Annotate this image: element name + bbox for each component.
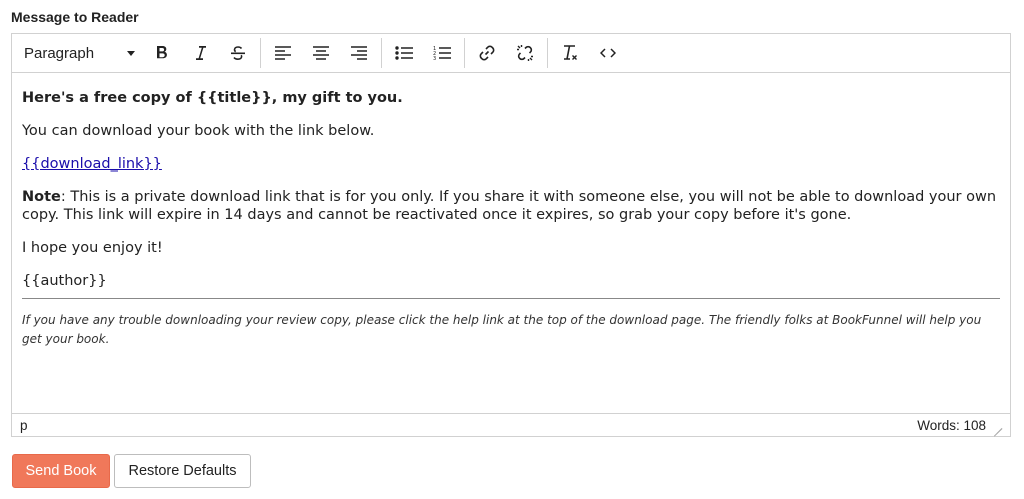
align-right-icon xyxy=(351,46,367,60)
strikethrough-button[interactable] xyxy=(219,38,257,68)
editor-content-area[interactable]: Here's a free copy of {{title}}, my gift… xyxy=(12,74,1010,415)
editor-statusbar: p Words: 108 xyxy=(12,413,1010,437)
toolbar-divider xyxy=(381,38,382,68)
chevron-down-icon xyxy=(127,50,135,56)
text-style-group xyxy=(143,34,257,73)
bullet-list-icon xyxy=(395,46,413,60)
align-right-button[interactable] xyxy=(340,38,378,68)
code-icon xyxy=(600,48,616,58)
closing-line: I hope you enjoy it! xyxy=(22,240,163,256)
download-link[interactable]: {{download_link}} xyxy=(22,156,162,172)
list-group: 123 xyxy=(385,34,461,73)
toolbar-divider xyxy=(260,38,261,68)
toolbar-divider xyxy=(464,38,465,68)
rich-text-editor: Paragraph 1 2 3 Here's a free copy of {{… xyxy=(11,33,1011,437)
note-text: : This is a private download link that i… xyxy=(22,189,997,223)
svg-text:3: 3 xyxy=(433,56,436,61)
unlink-icon xyxy=(517,45,533,61)
content-divider xyxy=(22,298,1000,299)
italic-button[interactable] xyxy=(181,38,219,68)
link-icon xyxy=(479,45,495,61)
block-format-dropdown[interactable]: Paragraph xyxy=(17,38,143,68)
bullet-list-button[interactable] xyxy=(385,38,423,68)
signature-line: {{author}} xyxy=(22,273,107,289)
footer-note: If you have any trouble downloading your… xyxy=(22,313,982,346)
send-book-button[interactable]: Send Book xyxy=(12,454,110,488)
numbered-list-button[interactable]: 123 xyxy=(423,38,461,68)
resize-handle-icon[interactable] xyxy=(992,420,1003,437)
editor-toolbar: Paragraph 1 2 3 xyxy=(12,34,1010,73)
link-group xyxy=(468,34,544,73)
numbered-list-icon: 123 xyxy=(433,46,451,61)
align-left-icon xyxy=(275,46,291,60)
misc-group xyxy=(551,34,627,73)
element-path[interactable]: p xyxy=(20,418,28,433)
insert-link-button[interactable] xyxy=(468,38,506,68)
source-code-button[interactable] xyxy=(589,38,627,68)
message-to-reader-label: Message to Reader xyxy=(11,9,139,25)
block-format-value: Paragraph xyxy=(24,44,95,62)
align-center-icon xyxy=(313,46,329,60)
align-center-button[interactable] xyxy=(302,38,340,68)
clear-formatting-button[interactable] xyxy=(551,38,589,68)
remove-link-button[interactable] xyxy=(506,38,544,68)
align-left-button[interactable] xyxy=(264,38,302,68)
bold-button[interactable] xyxy=(143,38,181,68)
italic-icon xyxy=(196,46,206,60)
word-count: Words: 108 xyxy=(917,417,986,433)
clear-format-icon xyxy=(564,45,577,60)
bold-icon xyxy=(157,46,167,59)
message-heading: Here's a free copy of {{title}}, my gift… xyxy=(22,90,403,106)
toolbar-divider xyxy=(547,38,548,68)
note-paragraph: Note: This is a private download link th… xyxy=(22,188,1000,224)
alignment-group xyxy=(264,34,378,73)
strikethrough-icon xyxy=(231,46,245,61)
message-line: You can download your book with the link… xyxy=(22,123,375,139)
restore-defaults-button[interactable]: Restore Defaults xyxy=(114,454,251,488)
note-label: Note xyxy=(22,189,61,205)
